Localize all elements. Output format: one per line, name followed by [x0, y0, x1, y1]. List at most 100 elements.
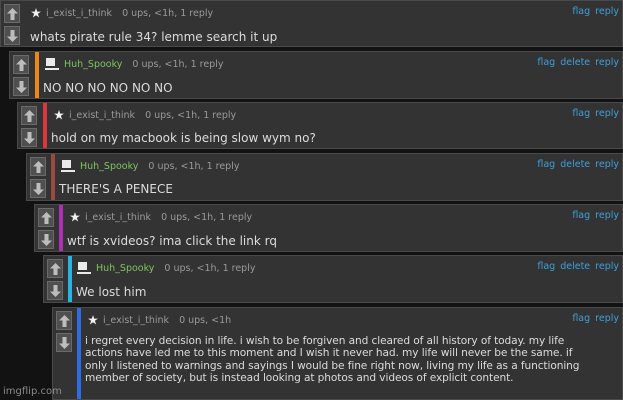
- upvote-button[interactable]: [38, 208, 54, 227]
- reply-link[interactable]: reply: [595, 6, 619, 17]
- vote-buttons: [4, 4, 22, 48]
- comment-text: We lost him: [76, 285, 147, 299]
- comment-stats: 0 ups, <1h, 1 reply: [122, 7, 214, 19]
- delete-link[interactable]: delete: [560, 159, 590, 170]
- user-icon: [45, 58, 59, 70]
- comment-text: THERE'S A PENECE: [59, 182, 173, 196]
- comment: i_exist_i_think 0 ups, <1h, 1 reply flag…: [34, 204, 623, 252]
- flag-link[interactable]: flag: [537, 159, 555, 170]
- vote-buttons: [21, 106, 39, 150]
- delete-link[interactable]: delete: [560, 261, 590, 272]
- comment: i_exist_i_think 0 ups, <1h flag reply i r…: [52, 307, 623, 400]
- comment: Huh_Spooky 0 ups, <1h, 1 reply flag delet…: [9, 51, 623, 99]
- arrow-up-icon: [59, 315, 70, 327]
- reply-link[interactable]: reply: [595, 159, 619, 170]
- user-icon: [61, 160, 75, 172]
- comment-text-line: only I listened to warnings and sayings …: [85, 359, 580, 372]
- upvote-button[interactable]: [47, 259, 63, 278]
- arrow-up-icon: [41, 212, 52, 224]
- user-icon: [77, 262, 91, 274]
- vote-buttons: [13, 55, 31, 99]
- comment-stats: 0 ups, <1h, 1 reply: [164, 262, 256, 274]
- reply-link[interactable]: reply: [595, 261, 619, 272]
- flag-link[interactable]: flag: [572, 210, 590, 221]
- comment-actions: flag delete reply: [532, 159, 619, 170]
- comment-text: NO NO NO NO NO NO: [43, 81, 173, 95]
- arrow-down-icon: [24, 132, 35, 144]
- comment-actions: flag reply: [567, 6, 619, 17]
- username[interactable]: Huh_Spooky: [96, 263, 154, 274]
- arrow-up-icon: [33, 161, 44, 173]
- arrow-down-icon: [59, 337, 70, 349]
- comment: i_exist_i_think 0 ups, <1h, 1 reply flag…: [0, 0, 623, 47]
- star-icon: [88, 315, 98, 325]
- vote-buttons: [38, 208, 56, 252]
- vote-buttons: [30, 157, 48, 201]
- comment-text-line: i regret every decision in life. i wish …: [85, 335, 565, 347]
- reply-link[interactable]: reply: [595, 108, 619, 119]
- reply-link[interactable]: reply: [595, 210, 619, 221]
- nesting-bar: [43, 103, 47, 148]
- username[interactable]: Huh_Spooky: [64, 59, 122, 70]
- arrow-up-icon: [24, 110, 35, 122]
- arrow-up-icon: [50, 263, 61, 275]
- flag-link[interactable]: flag: [572, 108, 590, 119]
- comment-actions: flag delete reply: [532, 261, 619, 272]
- upvote-button[interactable]: [13, 55, 29, 74]
- downvote-button[interactable]: [21, 128, 37, 147]
- comment-meta: i_exist_i_think 0 ups, <1h, 1 reply: [54, 108, 236, 122]
- star-icon: [70, 212, 80, 222]
- nesting-bar: [59, 205, 63, 251]
- downvote-button[interactable]: [4, 26, 20, 45]
- downvote-button[interactable]: [30, 179, 46, 198]
- comment: Huh_Spooky 0 ups, <1h, 1 reply flag delet…: [26, 153, 623, 201]
- comment-stats: 0 ups, <1h, 1 reply: [161, 211, 253, 223]
- comment-text: hold on my macbook is being slow wym no?: [51, 131, 316, 145]
- upvote-button[interactable]: [30, 157, 46, 176]
- flag-link[interactable]: flag: [572, 6, 590, 17]
- nesting-bar: [77, 308, 81, 399]
- nesting-bar: [68, 256, 72, 302]
- comment-actions: flag delete reply: [532, 57, 619, 68]
- downvote-button[interactable]: [47, 281, 63, 300]
- flag-link[interactable]: flag: [572, 313, 590, 324]
- comment-actions: flag reply: [567, 210, 619, 221]
- arrow-down-icon: [33, 183, 44, 195]
- flag-link[interactable]: flag: [537, 57, 555, 68]
- comment-actions: flag reply: [567, 313, 619, 324]
- star-icon: [31, 8, 41, 18]
- comment-meta: i_exist_i_think 0 ups, <1h, 1 reply: [70, 210, 252, 224]
- reply-link[interactable]: reply: [595, 313, 619, 324]
- upvote-button[interactable]: [56, 311, 72, 330]
- arrow-up-icon: [16, 59, 27, 71]
- arrow-up-icon: [7, 8, 18, 20]
- downvote-button[interactable]: [56, 333, 72, 352]
- arrow-down-icon: [7, 30, 18, 42]
- comment-stats: 0 ups, <1h: [179, 314, 232, 326]
- reply-link[interactable]: reply: [595, 57, 619, 68]
- comment-meta: Huh_Spooky 0 ups, <1h, 1 reply: [45, 57, 223, 71]
- comment-text: wtf is xvideos? ima click the link rq: [67, 234, 277, 248]
- flag-link[interactable]: flag: [537, 261, 555, 272]
- downvote-button[interactable]: [38, 230, 54, 249]
- arrow-down-icon: [16, 81, 27, 93]
- comment-meta: Huh_Spooky 0 ups, <1h, 1 reply: [61, 159, 239, 173]
- username[interactable]: Huh_Spooky: [80, 161, 138, 172]
- delete-link[interactable]: delete: [560, 57, 590, 68]
- username[interactable]: i_exist_i_think: [69, 110, 135, 121]
- comment-meta: i_exist_i_think 0 ups, <1h: [88, 313, 231, 327]
- comment-stats: 0 ups, <1h, 1 reply: [148, 160, 240, 172]
- nesting-bar: [35, 52, 39, 98]
- username[interactable]: i_exist_i_think: [103, 315, 169, 326]
- username[interactable]: i_exist_i_think: [85, 212, 151, 223]
- comment: Huh_Spooky 0 ups, <1h, 1 reply flag delet…: [43, 255, 623, 303]
- upvote-button[interactable]: [4, 4, 20, 23]
- nesting-bar: [51, 154, 55, 200]
- downvote-button[interactable]: [13, 77, 29, 96]
- username[interactable]: i_exist_i_think: [46, 8, 112, 19]
- comment-actions: flag reply: [567, 108, 619, 119]
- comment-text-line: actions have led me to this moment and I…: [85, 347, 573, 360]
- vote-buttons: [47, 259, 65, 303]
- comment-meta: Huh_Spooky 0 ups, <1h, 1 reply: [77, 261, 255, 275]
- upvote-button[interactable]: [21, 106, 37, 125]
